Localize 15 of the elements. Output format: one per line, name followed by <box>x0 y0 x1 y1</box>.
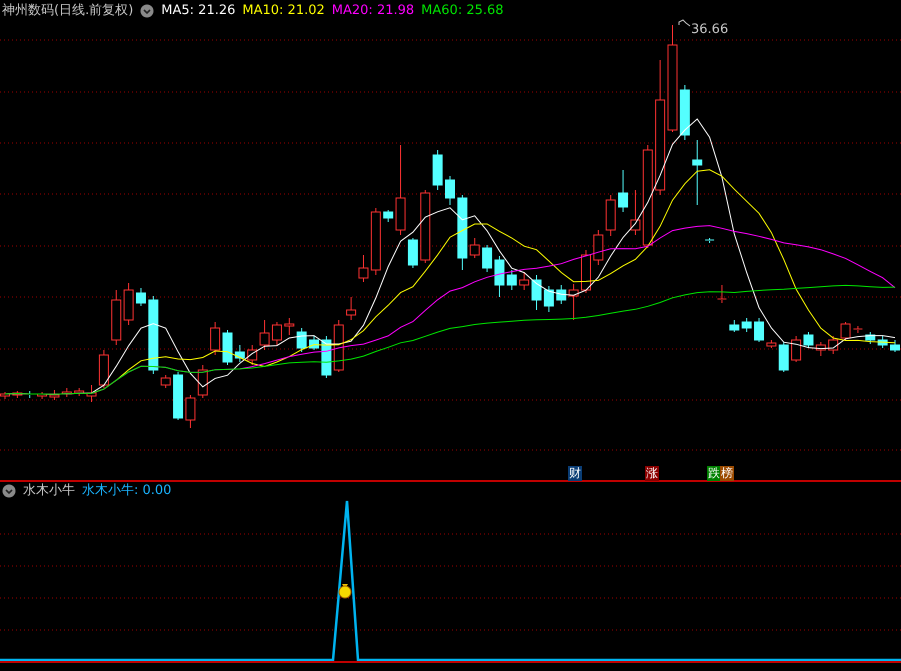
indicator-title: 水木小牛 <box>23 482 75 500</box>
leader-line <box>678 19 690 26</box>
event-marker[interactable]: 跌 <box>707 466 721 481</box>
moving-average-value: MA5: 21.26 <box>161 2 236 20</box>
event-marker[interactable]: 财 <box>568 466 582 481</box>
dropdown-icon[interactable] <box>140 4 154 18</box>
event-marker[interactable]: 涨 <box>645 466 659 481</box>
dropdown-icon[interactable] <box>2 484 16 498</box>
moving-average-value: MA60: 25.68 <box>421 2 504 20</box>
price-label: 36.66 <box>691 21 728 39</box>
chart-title: 神州数码(日线.前复权) <box>2 2 134 20</box>
indicator-value: 水木小牛: 0.00 <box>82 482 172 500</box>
moving-average-value: MA10: 21.02 <box>242 2 325 20</box>
moving-average-value: MA20: 21.98 <box>332 2 414 20</box>
event-marker[interactable]: 榜 <box>720 466 734 481</box>
